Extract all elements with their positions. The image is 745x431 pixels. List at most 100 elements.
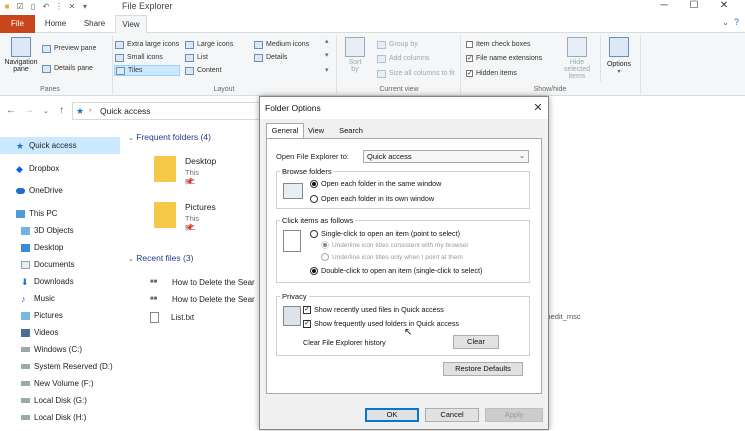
size-all-columns-button[interactable]: Size all columns to fit <box>377 68 455 79</box>
hidden-items-checkbox[interactable]: ✓ Hidden items <box>466 68 517 79</box>
group-title: Privacy <box>280 292 309 301</box>
sidebar-item-system-reserved-d[interactable]: System Reserved (D:) <box>0 358 113 375</box>
sidebar-item-onedrive[interactable]: OneDrive <box>0 182 63 199</box>
tab-view[interactable]: View <box>115 15 147 34</box>
tab-search[interactable]: Search <box>335 124 367 138</box>
sidebar-item-documents[interactable]: Documents <box>0 256 74 273</box>
sidebar-item-videos[interactable]: Videos <box>0 324 58 341</box>
item-check-boxes-label: Item check boxes <box>476 41 531 48</box>
list-item[interactable]: ■■ How to Delete the Sear <box>150 273 255 291</box>
undo-icon[interactable]: ↶ <box>42 3 50 11</box>
page-icon[interactable]: ▯ <box>29 3 37 11</box>
pin-icon: 📌 <box>185 225 194 232</box>
layout-content[interactable]: Content <box>185 65 222 76</box>
sidebar-item-new-volume-f[interactable]: New Volume (F:) <box>0 375 94 392</box>
layout-extra-large-icons[interactable]: Extra large icons <box>115 39 179 50</box>
radio-single-click[interactable]: Single-click to open an item (point to s… <box>310 229 460 238</box>
recent-locations-icon[interactable]: ⌄ <box>43 107 49 115</box>
options-button[interactable]: Options ▾ <box>604 37 634 75</box>
sidebar-item-quick-access[interactable]: ★ Quick access <box>0 137 120 154</box>
sidebar-item-local-disk-h[interactable]: Local Disk (H:) <box>0 409 86 426</box>
chevron-down-icon[interactable]: ⌄ <box>722 18 729 27</box>
scroll-down-icon[interactable]: ▾ <box>325 51 329 59</box>
current-view-group-label: Current view <box>379 86 419 93</box>
radio-underline-point[interactable]: Underline icon titles only when I point … <box>321 253 463 261</box>
minimize-button[interactable]: ─ <box>650 0 678 14</box>
radio-disabled-icon <box>321 253 329 261</box>
list-item[interactable]: List.txt <box>150 308 194 326</box>
sidebar-item-desktop[interactable]: Desktop <box>0 239 63 256</box>
delete-icon[interactable]: ✕ <box>68 3 76 11</box>
customize-icon[interactable]: ▾ <box>81 3 89 11</box>
breadcrumb[interactable]: Quick access <box>100 106 151 116</box>
layout-small-icons[interactable]: Small icons <box>115 52 163 63</box>
radio-double-click[interactable]: Double-click to open an item (single-cli… <box>310 266 482 275</box>
expand-icon[interactable]: ▾ <box>325 66 329 74</box>
navigation-pane-button[interactable]: Navigation pane <box>3 37 39 73</box>
sidebar-item-label: System Reserved (D:) <box>34 362 113 371</box>
sidebar-item-dropbox[interactable]: ◆ Dropbox <box>0 160 59 177</box>
sidebar-item-local-disk-g[interactable]: Local Disk (G:) <box>0 392 87 409</box>
maximize-button[interactable]: ☐ <box>680 0 708 14</box>
clear-button[interactable]: Clear <box>453 335 499 349</box>
show-recent-files-checkbox[interactable]: ✓ Show recently used files in Quick acces… <box>303 305 444 314</box>
layout-large-icons[interactable]: Large icons <box>185 39 233 50</box>
list-item[interactable]: ■■ How to Delete the Sear <box>150 290 255 308</box>
option-label: Show recently used files in Quick access <box>314 305 444 314</box>
hide-selected-items-button[interactable]: Hide selected items <box>560 37 594 80</box>
layout-group-label: Layout <box>213 86 235 93</box>
layout-label: Large icons <box>197 41 234 48</box>
open-explorer-dropdown[interactable]: Quick access ⌄ <box>363 150 529 163</box>
sidebar-item-windows-c[interactable]: Windows (C:) <box>0 341 82 358</box>
sort-by-button[interactable]: Sort by <box>342 37 368 73</box>
group-title: Browse folders <box>280 167 334 176</box>
item-check-boxes-checkbox[interactable]: Item check boxes <box>466 39 530 50</box>
sidebar-item-3d-objects[interactable]: 3D Objects <box>0 222 74 239</box>
back-arrow-icon[interactable]: ← <box>6 105 16 116</box>
sidebar-item-music[interactable]: ♪ Music <box>0 290 55 307</box>
radio-own-window[interactable]: Open each folder in its own window <box>310 194 434 203</box>
scrollbar[interactable] <box>738 128 745 431</box>
scroll-up-icon[interactable]: ▴ <box>325 37 329 45</box>
details-pane-button[interactable]: Details pane <box>42 63 93 74</box>
forward-arrow-icon[interactable]: → <box>24 105 34 116</box>
properties-icon[interactable]: ⋮ <box>55 3 63 11</box>
group-by-button[interactable]: Group by <box>377 39 418 50</box>
add-columns-button[interactable]: Add columns <box>377 53 429 64</box>
up-arrow-icon[interactable]: ↑ <box>59 105 64 116</box>
recent-files-header[interactable]: ⌄ Recent files (3) <box>128 253 258 263</box>
restore-defaults-button[interactable]: Restore Defaults <box>443 362 523 376</box>
help-icon[interactable]: ? <box>734 17 739 27</box>
sidebar-item-label: New Volume (F:) <box>34 379 94 388</box>
apply-button[interactable]: Apply <box>485 408 543 422</box>
sidebar-item-downloads[interactable]: ⬇ Downloads <box>0 273 74 290</box>
tab-file[interactable]: File <box>0 15 35 33</box>
recent-file-name: How to Delete the Sear <box>172 294 255 304</box>
tab-general[interactable]: General <box>266 123 304 138</box>
layout-label: Content <box>197 67 222 74</box>
check-icon[interactable]: ☑ <box>16 3 24 11</box>
close-icon[interactable]: ✕ <box>528 97 548 119</box>
hide-selected-label2: items <box>568 73 586 80</box>
ok-button[interactable]: OK <box>365 408 419 422</box>
tab-home[interactable]: Home <box>38 15 73 33</box>
radio-underline-browser[interactable]: Underline icon titles consistent with my… <box>321 241 469 249</box>
cancel-button[interactable]: Cancel <box>425 408 479 422</box>
frequent-folders-header[interactable]: ⌄ Frequent folders (4) <box>128 132 268 142</box>
tab-view[interactable]: View <box>305 124 327 138</box>
drive-icon <box>21 398 30 403</box>
layout-details[interactable]: Details <box>254 52 287 63</box>
layout-list[interactable]: List <box>185 52 208 63</box>
sidebar-item-this-pc[interactable]: This PC <box>0 205 57 222</box>
layout-tiles[interactable]: Tiles <box>114 65 180 76</box>
layout-medium-icons[interactable]: Medium icons <box>254 39 309 50</box>
show-frequent-folders-checkbox[interactable]: ✓ Show frequently used folders in Quick a… <box>303 319 459 328</box>
group-by-label: Group by <box>389 41 418 48</box>
close-button[interactable]: ✕ <box>710 0 738 14</box>
radio-same-window[interactable]: Open each folder in the same window <box>310 179 441 188</box>
file-name-extensions-checkbox[interactable]: ✓ File name extensions <box>466 53 542 64</box>
sidebar-item-pictures[interactable]: Pictures <box>0 307 63 324</box>
preview-pane-button[interactable]: Preview pane <box>42 43 96 54</box>
drive-icon <box>21 364 30 369</box>
tab-share[interactable]: Share <box>77 15 112 33</box>
